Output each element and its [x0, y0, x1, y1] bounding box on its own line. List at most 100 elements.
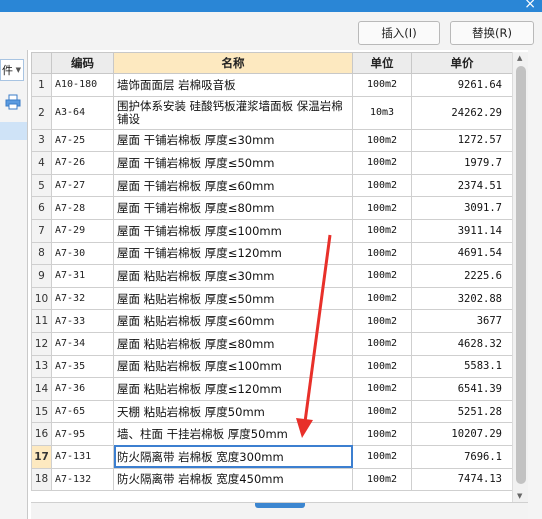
price-cell[interactable]: 10207.29	[411, 422, 513, 446]
row-number-cell[interactable]: 12	[31, 331, 52, 356]
unit-cell[interactable]: 100m2	[352, 354, 412, 379]
unit-cell[interactable]: 100m2	[352, 467, 412, 492]
table-row[interactable]: 11 A7-33 屋面 粘贴岩棉板 厚度≤60mm 100m2 3677	[31, 309, 513, 333]
table-row[interactable]: 4 A7-26 屋面 干铺岩棉板 厚度≤50mm 100m2 1979.7	[31, 151, 513, 175]
row-number-cell[interactable]: 8	[31, 241, 52, 266]
code-cell[interactable]: A7-33	[51, 309, 114, 333]
price-cell[interactable]: 24262.29	[411, 95, 513, 130]
price-cell[interactable]: 3202.88	[411, 286, 513, 311]
unit-cell[interactable]: 10m3	[352, 95, 412, 130]
name-cell[interactable]: 墙饰面面层 岩棉吸音板	[113, 73, 353, 97]
printer-icon[interactable]	[5, 94, 21, 110]
row-number-cell[interactable]: 6	[31, 196, 52, 220]
name-cell[interactable]: 屋面 干铺岩棉板 厚度≤50mm	[113, 151, 353, 175]
row-number-cell[interactable]: 5	[31, 173, 52, 198]
row-number-cell[interactable]: 14	[31, 377, 52, 401]
price-cell[interactable]: 1979.7	[411, 151, 513, 175]
scroll-down-icon[interactable]: ▼	[517, 492, 522, 500]
price-cell[interactable]: 3091.7	[411, 196, 513, 220]
table-row[interactable]: 12 A7-34 屋面 粘贴岩棉板 厚度≤80mm 100m2 4628.32	[31, 331, 513, 356]
name-cell[interactable]: 屋面 干铺岩棉板 厚度≤60mm	[113, 173, 353, 198]
price-cell[interactable]: 3677	[411, 309, 513, 333]
table-row[interactable]: 17 A7-131 防火隔离带 岩棉板 宽度300mm 100m2 7696.1	[31, 444, 513, 469]
scrollbar-thumb[interactable]	[516, 66, 526, 484]
name-cell[interactable]: 屋面 粘贴岩棉板 厚度≤120mm	[113, 377, 353, 401]
table-row[interactable]: 10 A7-32 屋面 粘贴岩棉板 厚度≤50mm 100m2 3202.88	[31, 286, 513, 311]
name-cell[interactable]: 墙、柱面 干挂岩棉板 厚度50mm	[113, 422, 353, 446]
close-icon[interactable]: ×	[524, 0, 536, 11]
row-number-cell[interactable]: 3	[31, 128, 52, 153]
price-cell[interactable]: 6541.39	[411, 377, 513, 401]
unit-cell[interactable]: 100m2	[352, 218, 412, 243]
code-cell[interactable]: A3-64	[51, 95, 114, 130]
unit-cell[interactable]: 100m2	[352, 331, 412, 356]
name-cell[interactable]: 屋面 干铺岩棉板 厚度≤120mm	[113, 241, 353, 266]
table-row[interactable]: 7 A7-29 屋面 干铺岩棉板 厚度≤100mm 100m2 3911.14	[31, 218, 513, 243]
code-cell[interactable]: A7-25	[51, 128, 114, 153]
unit-cell[interactable]: 100m2	[352, 444, 412, 469]
name-cell[interactable]: 防火隔离带 岩棉板 宽度450mm	[113, 467, 353, 492]
name-cell[interactable]: 屋面 粘贴岩棉板 厚度≤80mm	[113, 331, 353, 356]
name-cell[interactable]: 屋面 粘贴岩棉板 厚度≤50mm	[113, 286, 353, 311]
table-row[interactable]: 6 A7-28 屋面 干铺岩棉板 厚度≤80mm 100m2 3091.7	[31, 196, 513, 220]
price-cell[interactable]: 7474.13	[411, 467, 513, 492]
price-cell[interactable]: 1272.57	[411, 128, 513, 153]
insert-button[interactable]: 插入(I)	[358, 21, 440, 45]
row-number-cell[interactable]: 13	[31, 354, 52, 379]
replace-button[interactable]: 替换(R)	[450, 21, 534, 45]
table-row[interactable]: 1 A10-180 墙饰面面层 岩棉吸音板 100m2 9261.64	[31, 73, 513, 97]
table-row[interactable]: 16 A7-95 墙、柱面 干挂岩棉板 厚度50mm 100m2 10207.29	[31, 422, 513, 446]
code-cell[interactable]: A7-30	[51, 241, 114, 266]
row-number-cell[interactable]: 11	[31, 309, 52, 333]
unit-cell[interactable]: 100m2	[352, 173, 412, 198]
category-dropdown[interactable]: 件 ▼	[0, 59, 24, 81]
scroll-up-icon[interactable]: ▲	[517, 54, 522, 62]
name-cell[interactable]: 天棚 粘贴岩棉板 厚度50mm	[113, 399, 353, 424]
name-cell[interactable]: 屋面 干铺岩棉板 厚度≤100mm	[113, 218, 353, 243]
header-code[interactable]: 编码	[51, 52, 114, 74]
row-number-cell[interactable]: 17	[31, 444, 52, 469]
row-number-cell[interactable]: 10	[31, 286, 52, 311]
code-cell[interactable]: A10-180	[51, 73, 114, 97]
code-cell[interactable]: A7-36	[51, 377, 114, 401]
unit-cell[interactable]: 100m2	[352, 399, 412, 424]
table-row[interactable]: 8 A7-30 屋面 干铺岩棉板 厚度≤120mm 100m2 4691.54	[31, 241, 513, 266]
unit-cell[interactable]: 100m2	[352, 422, 412, 446]
name-cell[interactable]: 屋面 粘贴岩棉板 厚度≤30mm	[113, 264, 353, 288]
header-name[interactable]: 名称	[113, 52, 353, 74]
price-cell[interactable]: 5251.28	[411, 399, 513, 424]
row-number-cell[interactable]: 18	[31, 467, 52, 492]
unit-cell[interactable]: 100m2	[352, 151, 412, 175]
name-cell[interactable]: 围护体系安装 硅酸钙板灌浆墙面板 保温岩棉铺设	[113, 95, 353, 130]
table-row[interactable]: 13 A7-35 屋面 粘贴岩棉板 厚度≤100mm 100m2 5583.1	[31, 354, 513, 379]
row-number-cell[interactable]: 9	[31, 264, 52, 288]
unit-cell[interactable]: 100m2	[352, 264, 412, 288]
price-cell[interactable]: 5583.1	[411, 354, 513, 379]
code-cell[interactable]: A7-65	[51, 399, 114, 424]
table-row[interactable]: 14 A7-36 屋面 粘贴岩棉板 厚度≤120mm 100m2 6541.39	[31, 377, 513, 401]
price-cell[interactable]: 4691.54	[411, 241, 513, 266]
price-cell[interactable]: 2374.51	[411, 173, 513, 198]
price-cell[interactable]: 7696.1	[411, 444, 513, 469]
code-cell[interactable]: A7-132	[51, 467, 114, 492]
row-number-cell[interactable]: 16	[31, 422, 52, 446]
code-cell[interactable]: A7-26	[51, 151, 114, 175]
unit-cell[interactable]: 100m2	[352, 73, 412, 97]
name-cell[interactable]: 屋面 粘贴岩棉板 厚度≤60mm	[113, 309, 353, 333]
table-row[interactable]: 2 A3-64 围护体系安装 硅酸钙板灌浆墙面板 保温岩棉铺设 10m3 24262.2…	[31, 95, 513, 130]
row-number-cell[interactable]: 4	[31, 151, 52, 175]
name-cell[interactable]: 防火隔离带 岩棉板 宽度300mm	[113, 444, 353, 469]
name-cell[interactable]: 屋面 干铺岩棉板 厚度≤30mm	[113, 128, 353, 153]
code-cell[interactable]: A7-32	[51, 286, 114, 311]
code-cell[interactable]: A7-27	[51, 173, 114, 198]
code-cell[interactable]: A7-34	[51, 331, 114, 356]
name-cell[interactable]: 屋面 干铺岩棉板 厚度≤80mm	[113, 196, 353, 220]
header-price[interactable]: 单价	[411, 52, 513, 74]
code-cell[interactable]: A7-95	[51, 422, 114, 446]
unit-cell[interactable]: 100m2	[352, 286, 412, 311]
row-number-cell[interactable]: 7	[31, 218, 52, 243]
code-cell[interactable]: A7-28	[51, 196, 114, 220]
code-cell[interactable]: A7-131	[51, 444, 114, 469]
row-number-cell[interactable]: 2	[31, 95, 52, 130]
unit-cell[interactable]: 100m2	[352, 309, 412, 333]
